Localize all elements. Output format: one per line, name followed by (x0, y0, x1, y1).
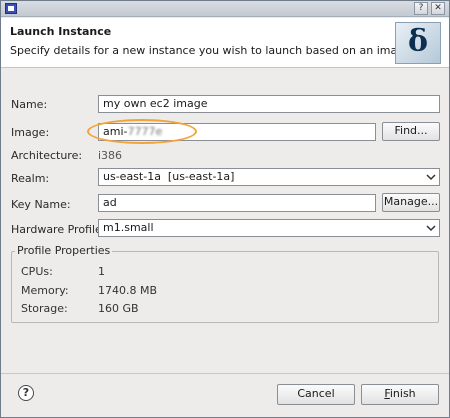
hardware-profile-select-value: m1.small (103, 221, 154, 234)
launch-instance-dialog: ? ✕ Launch Instance Specify details for … (0, 0, 450, 418)
title-bar[interactable]: ? ✕ (1, 1, 449, 17)
cancel-button[interactable]: Cancel (277, 384, 355, 405)
architecture-value: i386 (98, 149, 123, 162)
profile-properties-group (11, 251, 439, 323)
storage-value: 160 GB (98, 302, 139, 315)
architecture-label: Architecture: (11, 149, 83, 162)
page-description: Specify details for a new instance you w… (10, 44, 411, 57)
storage-label: Storage: (21, 302, 68, 315)
find-button[interactable]: Find... (382, 122, 440, 141)
app-icon (5, 3, 17, 14)
image-input-prefix: ami- (103, 125, 128, 138)
page-title: Launch Instance (10, 25, 112, 38)
cpus-value: 1 (98, 265, 105, 278)
key-name-label: Key Name: (11, 198, 71, 211)
help-icon[interactable]: ? (18, 385, 34, 401)
memory-value: 1740.8 MB (98, 284, 158, 297)
memory-label: Memory: (21, 284, 69, 297)
image-label: Image: (11, 126, 50, 139)
image-input-obscured: 7777e (127, 125, 163, 138)
header-banner: δ (395, 22, 441, 64)
hardware-profile-select[interactable]: m1.small (98, 219, 440, 237)
delta-icon: δ (407, 24, 428, 59)
dialog-header: Launch Instance Specify details for a ne… (1, 18, 449, 68)
cpus-label: CPUs: (21, 265, 53, 278)
chevron-down-icon (425, 170, 437, 184)
finish-button[interactable]: Finish (361, 384, 439, 405)
close-window-button[interactable]: ✕ (431, 2, 445, 15)
image-input[interactable]: ami-7777e (98, 123, 376, 141)
name-label: Name: (11, 98, 48, 111)
hardware-profile-label: Hardware Profile: (11, 223, 106, 236)
name-input[interactable]: my own ec2 image (98, 95, 440, 113)
finish-label: inish (389, 387, 416, 400)
manage-button[interactable]: Manage... (382, 193, 440, 212)
chevron-down-icon (425, 221, 437, 235)
realm-label: Realm: (11, 172, 50, 185)
footer-divider (1, 373, 449, 374)
realm-select[interactable]: us-east-1a [us-east-1a] (98, 168, 440, 186)
key-name-input-value: ad (103, 196, 117, 209)
profile-properties-title: Profile Properties (15, 244, 113, 257)
key-name-input[interactable]: ad (98, 194, 376, 212)
name-input-value: my own ec2 image (103, 97, 208, 110)
realm-select-value: us-east-1a [us-east-1a] (103, 170, 235, 183)
help-window-button[interactable]: ? (414, 2, 428, 15)
